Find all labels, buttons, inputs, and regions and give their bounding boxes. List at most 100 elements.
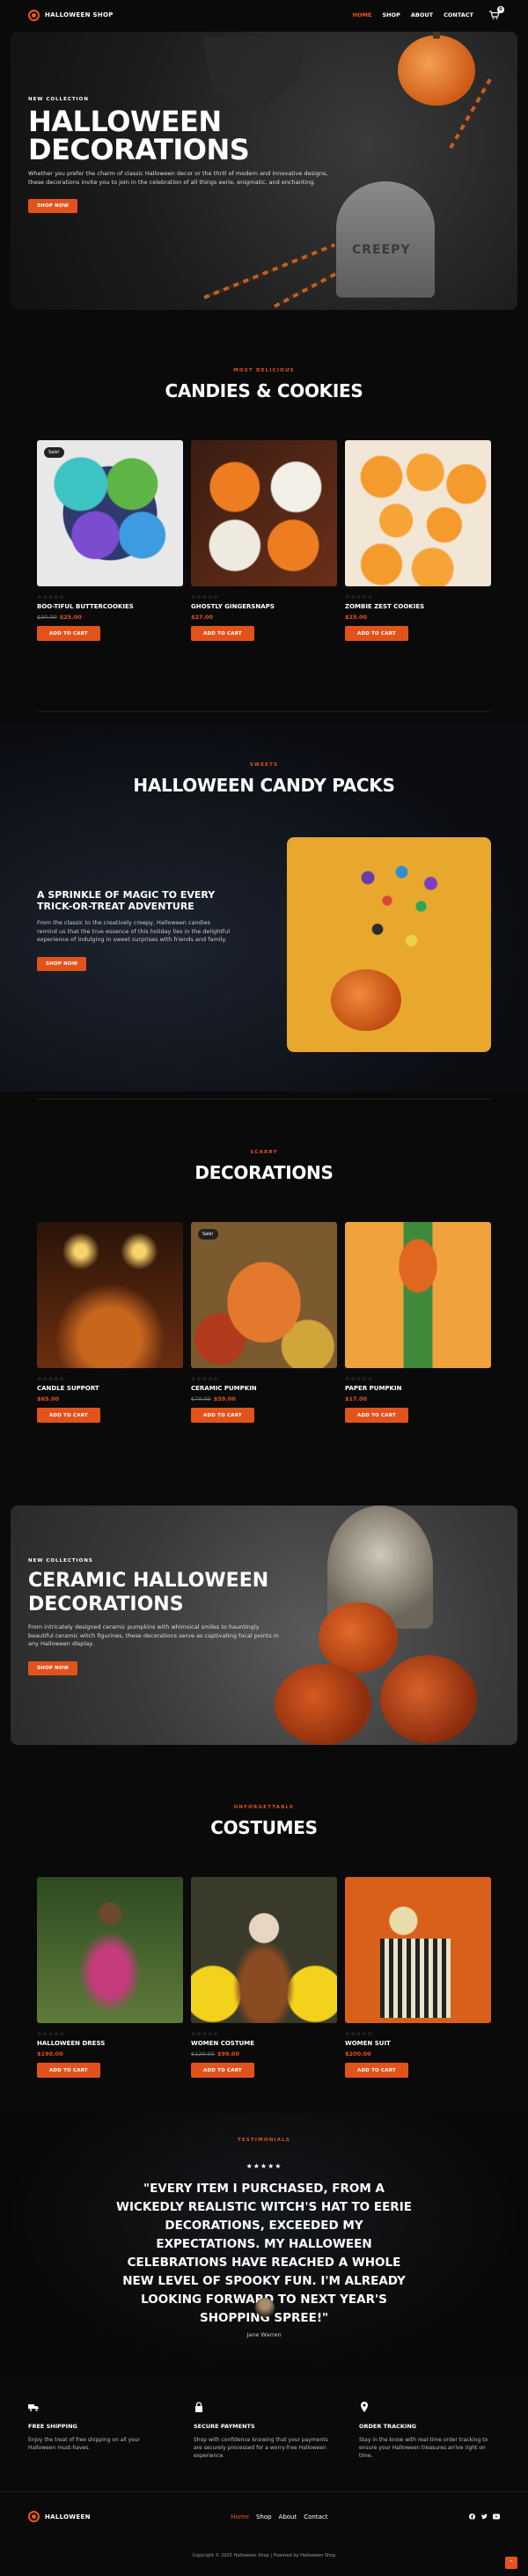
candies-kicker: MOST DELICIOUS [233,368,295,373]
ceramic-title: CERAMIC HALLOWEEN DECORATIONS [28,1570,269,1616]
product-image[interactable] [345,1222,491,1368]
nav-home[interactable]: HOME [353,11,372,18]
product-image[interactable]: Sale! [37,440,183,586]
ceramic-text: From intricately designed ceramic pumpki… [28,1623,279,1647]
product-card: ☆☆☆☆☆ ZOMBIE ZEST COOKIES $25.00 ADD TO … [345,440,491,641]
youtube-icon[interactable] [493,2513,500,2521]
main-nav: HOME SHOP ABOUT CONTACT 0 [353,6,504,19]
footer-divider [0,2491,528,2492]
social-links [468,2513,500,2521]
product-card: ☆☆☆☆☆ HALLOWEEN DRESS $190.00 ADD TO CAR… [37,1877,183,2078]
feature-free-shipping: FREE SHIPPING Enjoy the treat of free sh… [28,2402,169,2460]
product-card: ☆☆☆☆☆ GHOSTLY GINGERSNAPS $27.00 ADD TO … [191,440,337,641]
product-name[interactable]: WOMEN COSTUME [191,2040,337,2047]
add-to-cart-button[interactable]: ADD TO CART [37,1408,100,1423]
decorations-products: ☆☆☆☆☆ CANDLE SUPPORT $65.00 ADD TO CART … [37,1222,491,1423]
product-price: $200.00 [345,2050,371,2057]
rating-stars: ☆☆☆☆☆ [345,594,373,600]
cart-button[interactable]: 0 [489,6,504,19]
product-image[interactable] [37,1222,183,1368]
tombstone-text: CREEPY [352,243,411,257]
product-price: $59.00 [213,1395,236,1402]
product-image[interactable] [37,1877,183,2023]
product-image[interactable] [191,1877,337,2023]
footer-nav-shop[interactable]: Shop [256,2513,272,2521]
sale-badge: Sale! [44,447,64,458]
product-image[interactable] [191,440,337,586]
add-to-cart-button[interactable]: ADD TO CART [345,1408,408,1423]
logo[interactable]: HALLOWEEN SHOP [28,9,114,21]
product-name[interactable]: CANDLE SUPPORT [37,1385,183,1392]
product-name[interactable]: BOO-TIFUL BUTTERCOOKIES [37,603,183,610]
add-to-cart-button[interactable]: ADD TO CART [345,2063,408,2078]
ceramic-banner: NEW COLLECTIONS CERAMIC HALLOWEEN DECORA… [11,1505,517,1745]
rating-stars: ☆☆☆☆☆ [345,2031,373,2037]
footer-logo[interactable]: HALLOWEEN [28,2511,91,2522]
product-name[interactable]: WOMEN SUIT [345,2040,491,2047]
feature-title: SECURE PAYMENTS [194,2423,255,2430]
hero-title: HALLOWEEN DECORATIONS [28,105,250,166]
decorations-kicker: SCARRY [250,1150,278,1155]
product-image[interactable] [345,440,491,586]
testimonial-kicker: TESTIMONIALS [237,2138,291,2143]
site-header: HALLOWEEN SHOP HOME SHOP ABOUT CONTACT 0 [0,0,528,30]
footer-brand: HALLOWEEN [45,2513,91,2521]
section-divider [37,711,491,712]
pumpkin-decoration [275,1664,371,1745]
footer-nav-about[interactable]: About [279,2513,297,2521]
hero-shop-button[interactable]: SHOP NOW [28,199,78,213]
candy-packs-kicker: SWEETS [249,762,279,768]
logo-icon [28,9,40,21]
nav-about[interactable]: ABOUT [411,11,433,18]
add-to-cart-button[interactable]: ADD TO CART [37,626,100,641]
candy-packs-shop-button[interactable]: SHOP NOW [37,956,87,971]
pumpkin-decoration [331,969,401,1031]
feature-title: FREE SHIPPING [28,2423,77,2430]
add-to-cart-button[interactable]: ADD TO CART [345,626,408,641]
candy-scatter [348,855,445,969]
product-name[interactable]: GHOSTLY GINGERSNAPS [191,603,337,610]
product-price: $25.00 [59,614,82,621]
feature-order-tracking: ORDER TRACKING Stay in the know with rea… [359,2402,500,2460]
old-price: $120.00 [191,2050,215,2057]
product-card: ☆☆☆☆☆ WOMEN SUIT $200.00 ADD TO CART [345,1877,491,2078]
hero-kicker: NEW COLLECTION [28,97,89,102]
product-image[interactable] [345,1877,491,2023]
product-name[interactable]: CERAMIC PUMPKIN [191,1385,337,1392]
product-card: ☆☆☆☆☆ CANDLE SUPPORT $65.00 ADD TO CART [37,1222,183,1423]
twitter-icon[interactable] [480,2513,488,2521]
product-image[interactable]: Sale! [191,1222,337,1368]
rating-stars: ☆☆☆☆☆ [345,1376,373,1382]
chevron-up-icon: ⌃ [509,2559,514,2566]
brand-name: HALLOWEEN SHOP [45,11,114,18]
add-to-cart-button[interactable]: ADD TO CART [191,2063,254,2078]
rating-stars: ☆☆☆☆☆ [37,594,65,600]
product-name[interactable]: HALLOWEEN DRESS [37,2040,183,2047]
footer-nav: Home Shop About Contact [231,2513,327,2521]
hero-banner: CREEPY NEW COLLECTION HALLOWEEN DECORATI… [11,32,517,310]
product-name[interactable]: ZOMBIE ZEST COOKIES [345,603,491,610]
truck-icon [28,2404,39,2411]
cart-count: 0 [497,6,504,13]
nav-shop[interactable]: SHOP [382,11,400,18]
nav-contact[interactable]: CONTACT [444,11,473,18]
ceramic-kicker: NEW COLLECTIONS [28,1558,93,1564]
pumpkin-decoration [380,1655,477,1743]
old-price: $30.00 [37,614,57,621]
add-to-cart-button[interactable]: ADD TO CART [191,626,254,641]
add-to-cart-button[interactable]: ADD TO CART [37,2063,100,2078]
rating-stars: ☆☆☆☆☆ [37,2031,65,2037]
avatar [255,2298,275,2317]
product-price: $27.00 [191,614,214,621]
facebook-icon[interactable] [468,2513,475,2521]
footer-nav-contact[interactable]: Contact [304,2513,327,2521]
scroll-to-top-button[interactable]: ⌃ [505,2557,517,2569]
features-row: FREE SHIPPING Enjoy the treat of free sh… [28,2402,500,2460]
sale-badge: Sale! [198,1229,218,1240]
add-to-cart-button[interactable]: ADD TO CART [191,1408,254,1423]
footer-nav-home[interactable]: Home [231,2513,249,2521]
product-name[interactable]: PAPER PUMPKIN [345,1385,491,1392]
costumes-kicker: UNFORGETTABLE [233,1805,295,1810]
copyright: Copyright © 2025 Halloween Shop | Powere… [192,2553,336,2558]
ceramic-shop-button[interactable]: SHOP NOW [28,1660,78,1675]
